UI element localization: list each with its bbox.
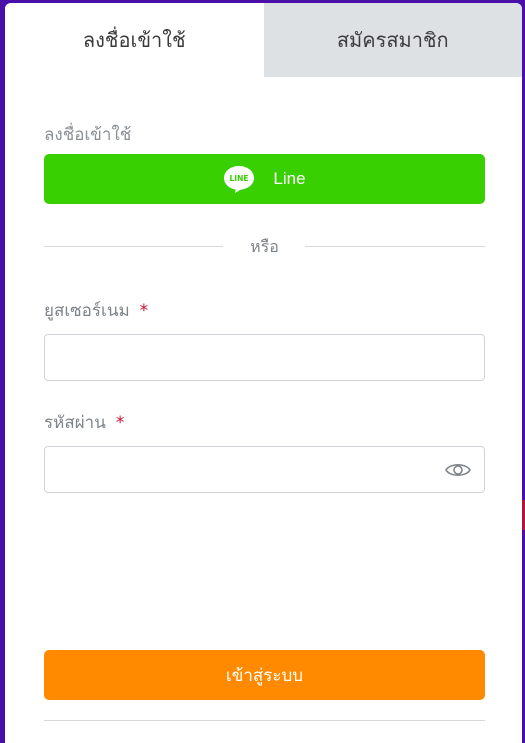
line-logo-text: LINE (230, 174, 249, 183)
password-label-text: รหัสผ่าน (44, 413, 106, 433)
or-divider: หรือ (44, 234, 485, 258)
line-login-button[interactable]: LINE Line (44, 154, 485, 204)
username-label-text: ยูสเซอร์เนม (44, 301, 130, 321)
divider-line-right (305, 246, 485, 247)
login-submit-button[interactable]: เข้าสู่ระบบ (44, 650, 485, 700)
auth-card: ลงชื่อเข้าใช้ สมัครสมาชิก ลงชื่อเข้าใช้ … (5, 3, 522, 743)
required-marker: * (139, 301, 149, 321)
password-input[interactable] (44, 446, 485, 493)
bottom-divider (44, 720, 485, 721)
auth-tabs: ลงชื่อเข้าใช้ สมัครสมาชิก (5, 3, 522, 77)
username-input[interactable] (44, 334, 485, 381)
password-label: รหัสผ่าน * (44, 409, 124, 436)
line-button-label: Line (273, 169, 306, 188)
tab-login[interactable]: ลงชื่อเข้าใช้ (5, 3, 264, 77)
tab-register[interactable]: สมัครสมาชิก (263, 3, 522, 77)
username-label: ยูสเซอร์เนม * (44, 297, 148, 324)
line-logo-icon: LINE (224, 166, 255, 193)
divider-text: หรือ (250, 237, 279, 256)
eye-icon[interactable] (445, 460, 471, 480)
required-marker: * (115, 413, 125, 433)
login-section-label: ลงชื่อเข้าใช้ (44, 125, 132, 145)
